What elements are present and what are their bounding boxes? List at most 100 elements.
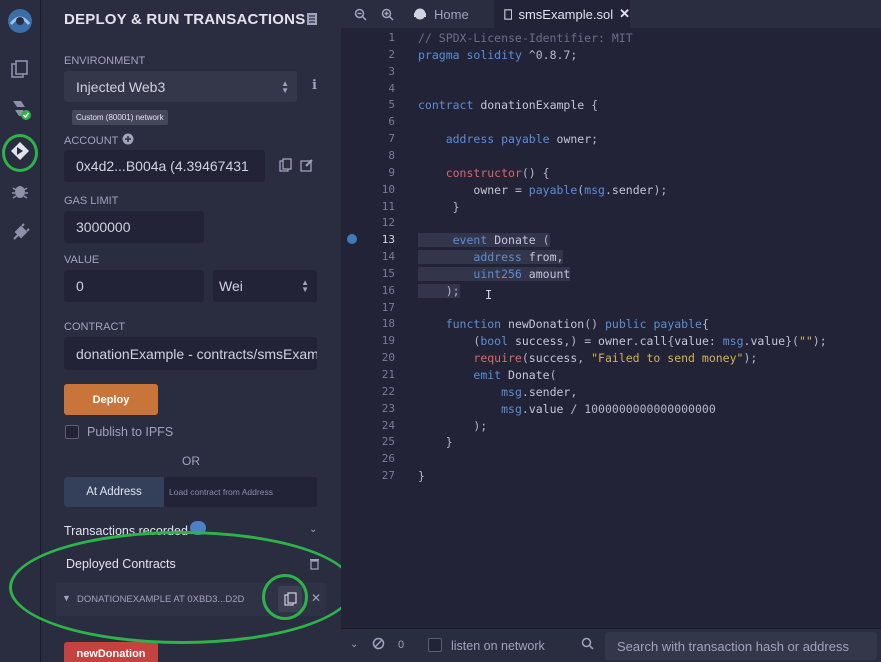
- listen-network-label: listen on network: [451, 639, 545, 653]
- code-line: emit Donate(: [473, 368, 557, 382]
- publish-ipfs-checkbox[interactable]: [65, 425, 79, 439]
- copy-icon[interactable]: [279, 158, 292, 175]
- code-line: address payable owner;: [445, 132, 599, 147]
- line-number: 1: [388, 31, 395, 44]
- line-number: 8: [388, 148, 395, 162]
- code-line: }: [418, 435, 453, 450]
- line-number: 24: [381, 418, 395, 432]
- clear-console-icon[interactable]: [372, 637, 385, 655]
- code-line: require(success, "Failed to send money")…: [473, 351, 758, 366]
- line-number: 25: [381, 435, 395, 449]
- line-number: 6: [388, 115, 395, 129]
- zoom-in-icon[interactable]: [381, 0, 394, 28]
- breakpoint-marker[interactable]: [347, 234, 357, 244]
- value-unit-select[interactable]: Wei ▲ ▼: [213, 270, 317, 302]
- at-address-group: At Address Load contract from Address: [64, 477, 317, 507]
- value-amount: 0: [76, 278, 84, 294]
- line-number: 2: [388, 47, 395, 61]
- remix-logo-icon[interactable]: [5, 6, 35, 36]
- info-icon[interactable]: i: [312, 78, 317, 93]
- line-number: 19: [381, 334, 395, 348]
- copy-address-button[interactable]: [278, 586, 302, 612]
- code-line: event Donate (: [418, 233, 550, 248]
- debugger-icon[interactable]: [7, 178, 33, 204]
- zoom-out-icon[interactable]: [354, 0, 367, 28]
- chevron-double-down-icon[interactable]: ⌄: [350, 639, 358, 650]
- code-line: pragma solidity ^0.8.7;: [418, 47, 578, 62]
- line-number: 10: [381, 182, 395, 196]
- tx-search-input[interactable]: Search with transaction hash or address: [605, 632, 877, 660]
- code-line: function newDonation() public payable{: [445, 317, 709, 332]
- or-divider: OR: [182, 454, 200, 468]
- chevron-down-icon[interactable]: ⌄: [309, 524, 317, 535]
- contract-label: CONTRACT: [64, 321, 126, 333]
- docs-icon[interactable]: [306, 12, 318, 29]
- value-unit: Wei: [219, 278, 243, 294]
- chevron-updown-icon: ▲ ▼: [281, 78, 289, 95]
- line-gutter: 1 2 3 4 5 6 7 8 9 10 11 12 13 14 15 16 17 18 19 20 21 22 23 24 2…: [341, 28, 417, 628]
- line-number: 7: [388, 132, 395, 146]
- panel-title: DEPLOY & RUN TRANSACTIONS: [64, 11, 306, 28]
- value-input[interactable]: 0: [64, 270, 204, 302]
- close-icon[interactable]: ✕: [311, 591, 321, 605]
- tab-smsexample[interactable]: smsExample.sol ✕: [494, 0, 630, 28]
- load-contract-input[interactable]: Load contract from Address: [169, 477, 273, 507]
- line-number: 17: [381, 300, 395, 314]
- line-number: 9: [388, 165, 395, 179]
- code-line: constructor() {: [445, 165, 550, 180]
- contract-select[interactable]: donationExample - contracts/smsExam: [64, 337, 317, 370]
- deploy-button[interactable]: Deploy: [64, 384, 158, 415]
- line-number: 5: [388, 98, 395, 112]
- code-line: }: [418, 469, 425, 484]
- code-line: uint256 amount: [418, 266, 571, 281]
- line-number: 23: [381, 401, 395, 415]
- line-number: 3: [388, 64, 395, 78]
- environment-select[interactable]: Injected Web3 ▲ ▼: [64, 71, 297, 102]
- deployed-contracts-label: Deployed Contracts: [66, 557, 176, 571]
- environment-label: ENVIRONMENT: [64, 55, 146, 67]
- gas-limit-input[interactable]: 3000000: [64, 211, 204, 243]
- deployed-instance-row[interactable]: ▼ DONATIONEXAMPLE AT 0XBD3...D2D ✕: [56, 583, 326, 616]
- listen-network-checkbox[interactable]: [428, 638, 442, 652]
- at-address-button[interactable]: At Address: [64, 477, 164, 507]
- transactions-recorded-label[interactable]: Transactions recorded: [64, 524, 188, 538]
- code-line: contract donationExample {: [418, 98, 599, 113]
- code-line: (bool success,) = owner.call{value: msg.…: [418, 334, 827, 349]
- tab-smsexample-label: smsExample.sol: [518, 6, 614, 22]
- code-line: );: [418, 283, 460, 298]
- terminal-bar: ⌄ 0 listen on network Search with transa…: [341, 628, 881, 662]
- solidity-compiler-icon[interactable]: [7, 96, 33, 122]
- account-select[interactable]: 0x4d2...B004a (4.39467431: [64, 150, 265, 182]
- line-number: 4: [388, 81, 395, 95]
- edit-icon[interactable]: [300, 158, 314, 175]
- line-number: 22: [381, 384, 395, 398]
- home-icon: [414, 8, 426, 20]
- publish-ipfs-label: Publish to IPFS: [87, 425, 174, 439]
- network-badge: Custom (80001) network: [72, 110, 168, 125]
- caret-down-icon[interactable]: ▼: [62, 593, 71, 603]
- transactions-count-badge: [190, 521, 206, 535]
- plugin-manager-icon[interactable]: [7, 220, 33, 246]
- contract-value: donationExample - contracts/smsExam: [76, 345, 317, 362]
- tab-home[interactable]: Home: [413, 0, 469, 28]
- line-number: 13: [381, 233, 395, 247]
- line-number: 11: [381, 199, 395, 213]
- file-icon: [504, 8, 513, 20]
- code-line: );: [418, 418, 488, 433]
- editor-area: Home smsExample.sol ✕ 1 2 3 4 5 6 7 8 9 10 11 12 13 1…: [341, 0, 881, 662]
- editor-tab-bar: Home smsExample.sol ✕: [341, 0, 881, 28]
- chevron-updown-icon: ▲ ▼: [301, 278, 309, 294]
- code-line: }: [418, 199, 460, 214]
- tab-home-label: Home: [434, 6, 469, 22]
- deploy-run-icon[interactable]: [7, 138, 33, 164]
- new-donation-button[interactable]: newDonation: [64, 642, 158, 662]
- account-value: 0x4d2...B004a (4.39467431: [76, 158, 249, 174]
- plus-circle-icon[interactable]: [122, 133, 134, 148]
- close-tab-icon[interactable]: ✕: [619, 6, 630, 22]
- trash-icon[interactable]: [309, 557, 320, 573]
- environment-value: Injected Web3: [76, 78, 166, 95]
- line-number: 12: [381, 216, 395, 230]
- code-line: address from,: [418, 250, 564, 265]
- gas-limit-value: 3000000: [76, 219, 131, 235]
- file-explorer-icon[interactable]: [7, 56, 33, 82]
